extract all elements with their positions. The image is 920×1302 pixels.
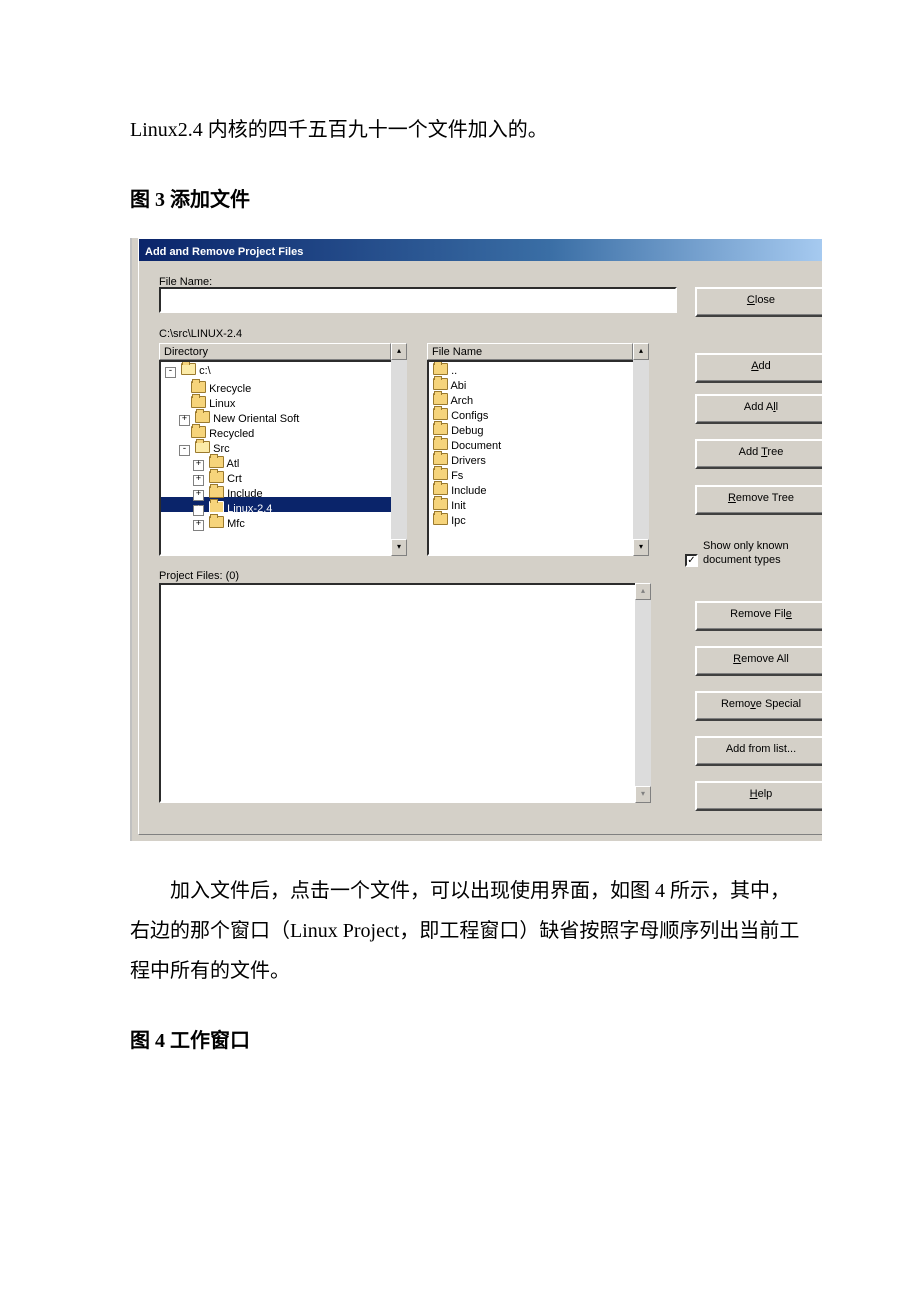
add-from-list-button[interactable]: Add from list... bbox=[695, 736, 822, 766]
folder-icon bbox=[433, 498, 448, 510]
tree-item[interactable]: Linux bbox=[161, 392, 405, 407]
folder-icon bbox=[433, 363, 448, 375]
folder-icon bbox=[191, 426, 206, 438]
remove-all-button[interactable]: Remove All bbox=[695, 646, 822, 676]
filelist-scroll-down[interactable]: ▾ bbox=[633, 539, 649, 556]
file-name-input[interactable] bbox=[159, 287, 677, 313]
tree-item[interactable]: + Atl bbox=[161, 452, 405, 467]
remove-tree-button[interactable]: Remove Tree bbox=[695, 485, 822, 515]
tree-item[interactable]: Krecycle bbox=[161, 377, 405, 392]
add-button[interactable]: Add bbox=[695, 353, 822, 383]
folder-icon bbox=[209, 516, 224, 528]
filelist-scrollbar[interactable] bbox=[633, 360, 649, 539]
intro-line: Linux2.4 内核的四千五百九十一个文件加入的。 bbox=[130, 110, 800, 150]
directory-column-header[interactable]: Directory bbox=[159, 343, 391, 360]
list-item[interactable]: Fs bbox=[429, 467, 647, 482]
folder-icon bbox=[433, 483, 448, 495]
folder-icon bbox=[433, 513, 448, 525]
folder-icon bbox=[209, 456, 224, 468]
current-path-label: C:\src\LINUX-2.4 bbox=[159, 323, 242, 345]
folder-icon bbox=[195, 441, 210, 453]
folder-icon bbox=[433, 438, 448, 450]
list-item[interactable]: Include bbox=[429, 482, 647, 497]
tree-item[interactable]: + New Oriental Soft bbox=[161, 407, 405, 422]
folder-icon bbox=[209, 471, 224, 483]
add-tree-button[interactable]: Add Tree bbox=[695, 439, 822, 469]
project-scroll-up[interactable]: ▴ bbox=[635, 583, 651, 600]
screenshot-dialog: Add and Remove Project Files File Name: … bbox=[130, 238, 822, 841]
list-item[interactable]: Ipc bbox=[429, 512, 647, 527]
folder-icon bbox=[433, 423, 448, 435]
folder-icon bbox=[209, 501, 224, 513]
figure-3-caption: 图 3 添加文件 bbox=[130, 180, 800, 220]
list-item[interactable]: Abi bbox=[429, 377, 647, 392]
help-button[interactable]: Help bbox=[695, 781, 822, 811]
list-item[interactable]: Arch bbox=[429, 392, 647, 407]
filelist-column-header[interactable]: File Name bbox=[427, 343, 633, 360]
filelist-scroll-up[interactable]: ▴ bbox=[633, 343, 649, 360]
tree-scrollbar[interactable] bbox=[391, 360, 407, 539]
list-item[interactable]: Init bbox=[429, 497, 647, 512]
folder-icon bbox=[181, 363, 196, 375]
add-all-button[interactable]: Add All bbox=[695, 394, 822, 424]
file-list[interactable]: .. Abi Arch Configs Debug Document Drive… bbox=[427, 360, 649, 556]
project-scroll-down[interactable]: ▾ bbox=[635, 786, 651, 803]
remove-file-button[interactable]: Remove File bbox=[695, 601, 822, 631]
folder-icon bbox=[433, 408, 448, 420]
list-item[interactable]: Debug bbox=[429, 422, 647, 437]
tree-scroll-up[interactable]: ▴ bbox=[391, 343, 407, 360]
directory-tree[interactable]: - c:\ Krecycle Linux+ New Oriental Soft … bbox=[159, 360, 407, 556]
list-item[interactable]: .. bbox=[429, 362, 647, 377]
dialog-title: Add and Remove Project Files bbox=[139, 239, 822, 261]
folder-icon bbox=[433, 468, 448, 480]
tree-item[interactable]: - Src bbox=[161, 437, 405, 452]
after-paragraph: 加入文件后，点击一个文件，可以出现使用界面，如图 4 所示，其中，右边的那个窗口… bbox=[130, 871, 800, 991]
figure-4-caption: 图 4 工作窗口 bbox=[130, 1021, 800, 1061]
tree-item[interactable]: - c:\ bbox=[161, 362, 405, 377]
folder-icon bbox=[191, 396, 206, 408]
folder-icon bbox=[433, 393, 448, 405]
list-item[interactable]: Configs bbox=[429, 407, 647, 422]
folder-icon bbox=[433, 453, 448, 465]
tree-scroll-down[interactable]: ▾ bbox=[391, 539, 407, 556]
list-item[interactable]: Drivers bbox=[429, 452, 647, 467]
close-button[interactable]: Close bbox=[695, 287, 822, 317]
list-item[interactable]: Document bbox=[429, 437, 647, 452]
folder-icon bbox=[195, 411, 210, 423]
project-files-list[interactable] bbox=[159, 583, 651, 803]
project-scrollbar[interactable] bbox=[635, 600, 651, 786]
show-only-checkbox[interactable]: ✓ bbox=[685, 554, 698, 567]
show-only-label: Show only known document types bbox=[703, 539, 822, 567]
folder-icon bbox=[209, 486, 224, 498]
folder-icon bbox=[433, 378, 448, 390]
remove-special-button[interactable]: Remove Special bbox=[695, 691, 822, 721]
folder-icon bbox=[191, 381, 206, 393]
